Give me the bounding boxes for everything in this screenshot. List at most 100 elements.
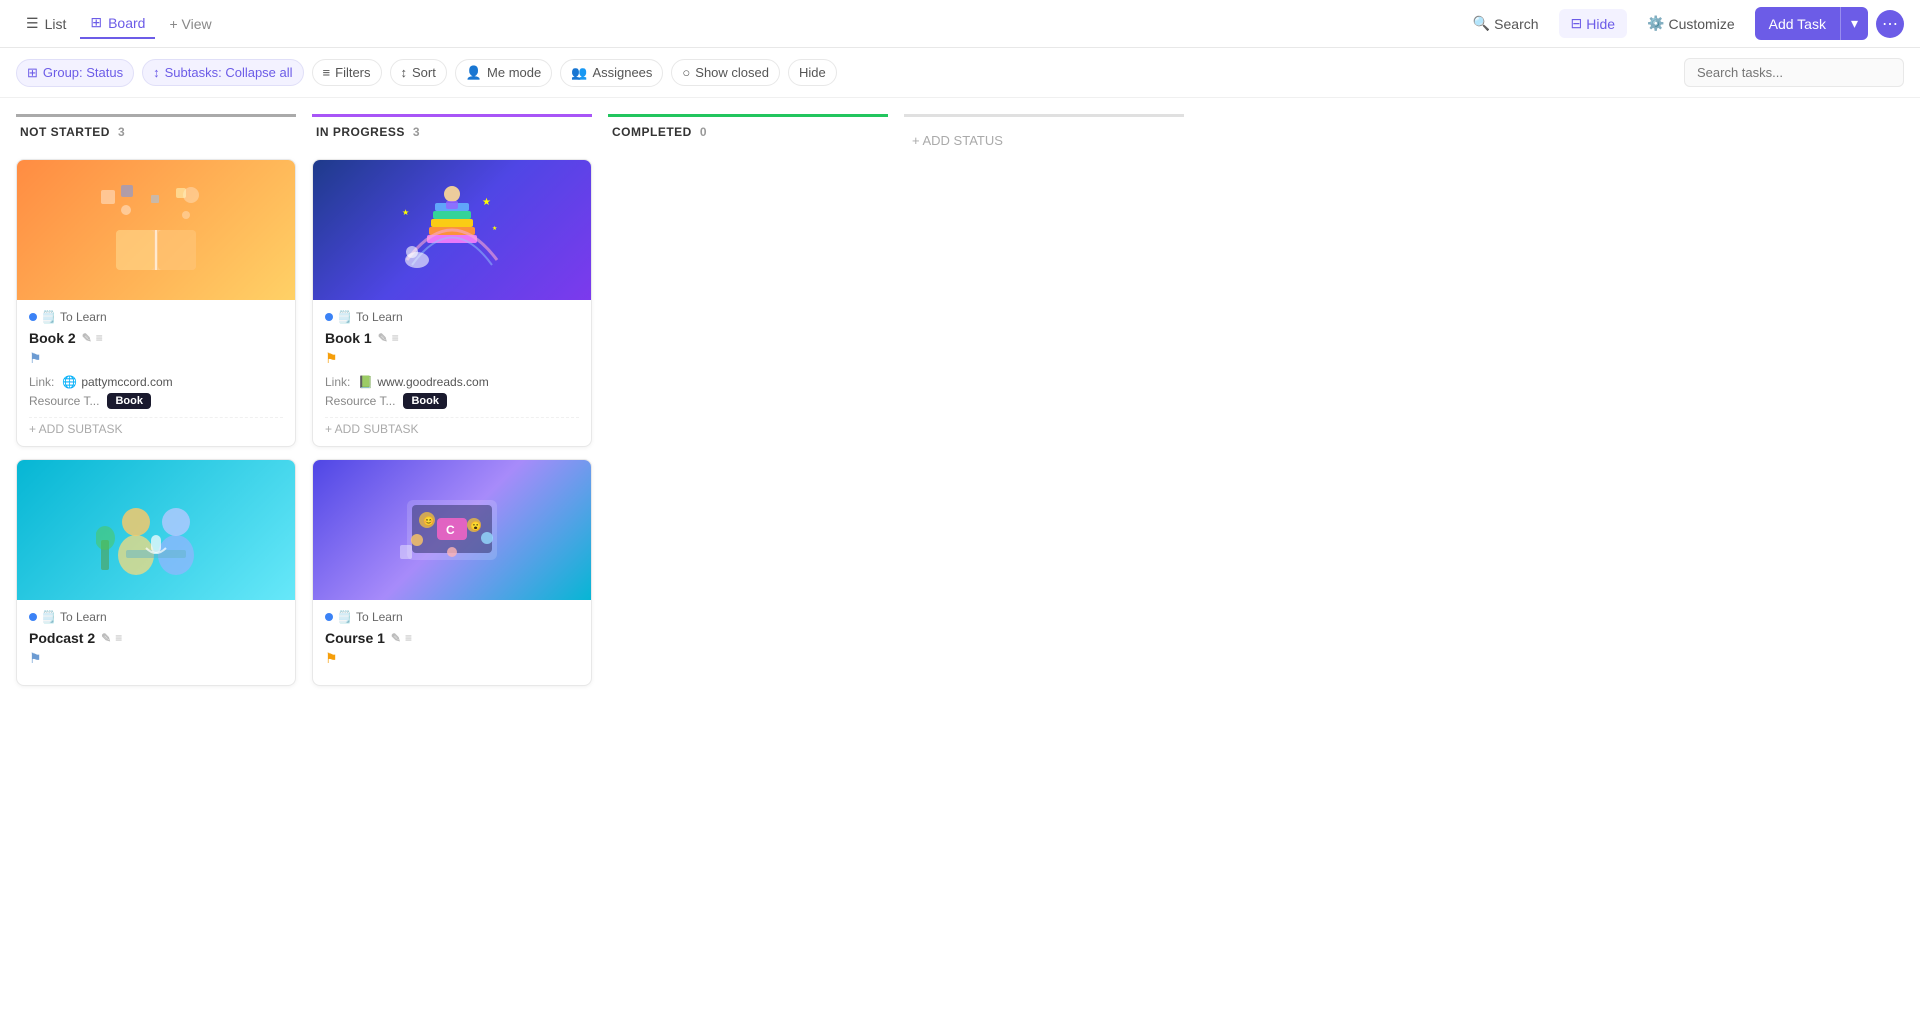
card-course1[interactable]: C 😊 😮 🗒️ To Lea: [312, 459, 592, 686]
column-not-started: NOT STARTED 3: [16, 114, 296, 698]
add-task-button[interactable]: Add Task ▾: [1755, 7, 1868, 40]
resource-badge: Book: [403, 393, 447, 409]
category-dot: [325, 613, 333, 621]
search-button[interactable]: 🔍 Search: [1461, 9, 1551, 38]
sort-chip[interactable]: ↕ Sort: [390, 59, 447, 86]
column-add-status: + ADD STATUS: [904, 114, 1184, 176]
card-podcast2[interactable]: 🗒️ To Learn Podcast 2 ✎ ≡ ⚑: [16, 459, 296, 686]
card-book1-title-icons: ✎ ≡: [378, 331, 399, 345]
link-value: 📗 www.goodreads.com: [358, 375, 488, 389]
card-course1-title-icons: ✎ ≡: [391, 631, 412, 645]
pencil-icon[interactable]: ✎: [391, 631, 401, 645]
me-mode-chip[interactable]: 👤 Me mode: [455, 59, 552, 87]
show-closed-label: Show closed: [695, 65, 769, 80]
card-book2-resource-row: Resource T... Book: [29, 393, 283, 409]
menu-icon[interactable]: ≡: [115, 631, 122, 645]
link-label: Link:: [325, 375, 350, 389]
svg-text:😮: 😮: [470, 521, 481, 531]
subtasks-chip[interactable]: ↕ Subtasks: Collapse all: [142, 59, 303, 86]
resource-label: Resource T...: [29, 394, 99, 408]
not-started-count: 3: [118, 125, 125, 139]
flag-icon: ⚑: [29, 350, 42, 366]
sort-icon: ↕: [401, 65, 408, 80]
filters-chip[interactable]: ≡ Filters: [312, 59, 382, 86]
menu-icon[interactable]: ≡: [392, 331, 399, 345]
card-book2-category: 🗒️ To Learn: [29, 310, 283, 324]
column-header-add-status: + ADD STATUS: [904, 114, 1184, 168]
nav-tab-board[interactable]: ⊞ Board: [80, 8, 155, 39]
nav-list-label: List: [45, 16, 67, 32]
resource-label: Resource T...: [325, 394, 395, 408]
add-status-button[interactable]: + ADD STATUS: [908, 125, 1007, 156]
nav-tab-add-view[interactable]: + View: [159, 10, 221, 38]
me-mode-label: Me mode: [487, 65, 541, 80]
card-course1-flag: ⚑: [325, 650, 579, 667]
card-podcast2-body: 🗒️ To Learn Podcast 2 ✎ ≡ ⚑: [17, 600, 295, 685]
hide-label: Hide: [1586, 16, 1615, 32]
in-progress-count: 3: [413, 125, 420, 139]
hide-icon: ⊟: [1571, 15, 1583, 32]
search-tasks-input[interactable]: [1684, 58, 1904, 87]
link-url[interactable]: www.goodreads.com: [377, 375, 488, 389]
card-course1-body: 🗒️ To Learn Course 1 ✎ ≡ ⚑: [313, 600, 591, 685]
column-completed: COMPLETED 0: [608, 114, 888, 159]
card-book2[interactable]: 🗒️ To Learn Book 2 ✎ ≡ ⚑ Link:: [16, 159, 296, 447]
menu-icon[interactable]: ≡: [405, 631, 412, 645]
add-subtask-book1[interactable]: + ADD SUBTASK: [325, 417, 579, 436]
card-podcast2-category: 🗒️ To Learn: [29, 610, 283, 624]
filters-icon: ≡: [323, 65, 331, 80]
card-book1-resource-row: Resource T... Book: [325, 393, 579, 409]
hide-toolbar-label: Hide: [799, 65, 826, 80]
card-book2-body: 🗒️ To Learn Book 2 ✎ ≡ ⚑ Link:: [17, 300, 295, 446]
hide-button[interactable]: ⊟ Hide: [1559, 9, 1628, 38]
show-closed-icon: ○: [682, 65, 690, 80]
customize-icon: ⚙️: [1647, 15, 1664, 32]
filters-label: Filters: [335, 65, 370, 80]
toolbar-left: ⊞ Group: Status ↕ Subtasks: Collapse all…: [16, 59, 1676, 87]
group-status-chip[interactable]: ⊞ Group: Status: [16, 59, 134, 87]
card-podcast2-image: [17, 460, 295, 600]
category-dot: [325, 313, 333, 321]
subtasks-icon: ↕: [153, 65, 160, 80]
category-label: To Learn: [60, 610, 107, 624]
link-url[interactable]: pattymccord.com: [81, 375, 172, 389]
svg-text:😊: 😊: [423, 516, 434, 526]
assignees-chip[interactable]: 👥 Assignees: [560, 59, 663, 87]
category-label: To Learn: [356, 310, 403, 324]
show-closed-chip[interactable]: ○ Show closed: [671, 59, 780, 86]
menu-icon[interactable]: ≡: [96, 331, 103, 345]
svg-text:★: ★: [482, 197, 491, 208]
customize-label: Customize: [1668, 16, 1734, 32]
completed-count: 0: [700, 125, 707, 139]
category-icon: 🗒️: [337, 310, 352, 324]
card-podcast2-title-icons: ✎ ≡: [101, 631, 122, 645]
card-course1-title-text: Course 1: [325, 630, 385, 646]
pencil-icon[interactable]: ✎: [101, 631, 111, 645]
add-subtask-book2[interactable]: + ADD SUBTASK: [29, 417, 283, 436]
card-podcast2-flag: ⚑: [29, 650, 283, 667]
nav-tab-list[interactable]: ☰ List: [16, 9, 76, 38]
svg-text:★: ★: [492, 225, 497, 232]
link-icon: 📗: [358, 375, 373, 389]
card-podcast2-title-row: Podcast 2 ✎ ≡: [29, 630, 283, 646]
category-dot: [29, 313, 37, 321]
column-header-not-started: NOT STARTED 3: [16, 114, 296, 151]
assignees-icon: 👥: [571, 65, 587, 81]
pencil-icon[interactable]: ✎: [378, 331, 388, 345]
link-icon: 🌐: [62, 375, 77, 389]
card-course1-image: C 😊 😮: [313, 460, 591, 600]
nav-view-label: + View: [169, 16, 211, 32]
card-book1[interactable]: ★ ★ ★ 🗒️ To Learn Book 1 ✎ ≡: [312, 159, 592, 447]
board: NOT STARTED 3: [0, 98, 1920, 714]
expand-button[interactable]: ⋯: [1876, 10, 1904, 38]
customize-button[interactable]: ⚙️ Customize: [1635, 9, 1747, 38]
card-book2-title-icons: ✎ ≡: [82, 331, 103, 345]
group-icon: ⊞: [27, 65, 38, 81]
add-task-arrow-icon[interactable]: ▾: [1840, 7, 1868, 40]
pencil-icon[interactable]: ✎: [82, 331, 92, 345]
hide-chip[interactable]: Hide: [788, 59, 837, 86]
flag-icon: ⚑: [325, 650, 338, 666]
column-header-in-progress: IN PROGRESS 3: [312, 114, 592, 151]
add-task-label: Add Task: [1755, 8, 1840, 40]
flag-icon: ⚑: [325, 350, 338, 366]
